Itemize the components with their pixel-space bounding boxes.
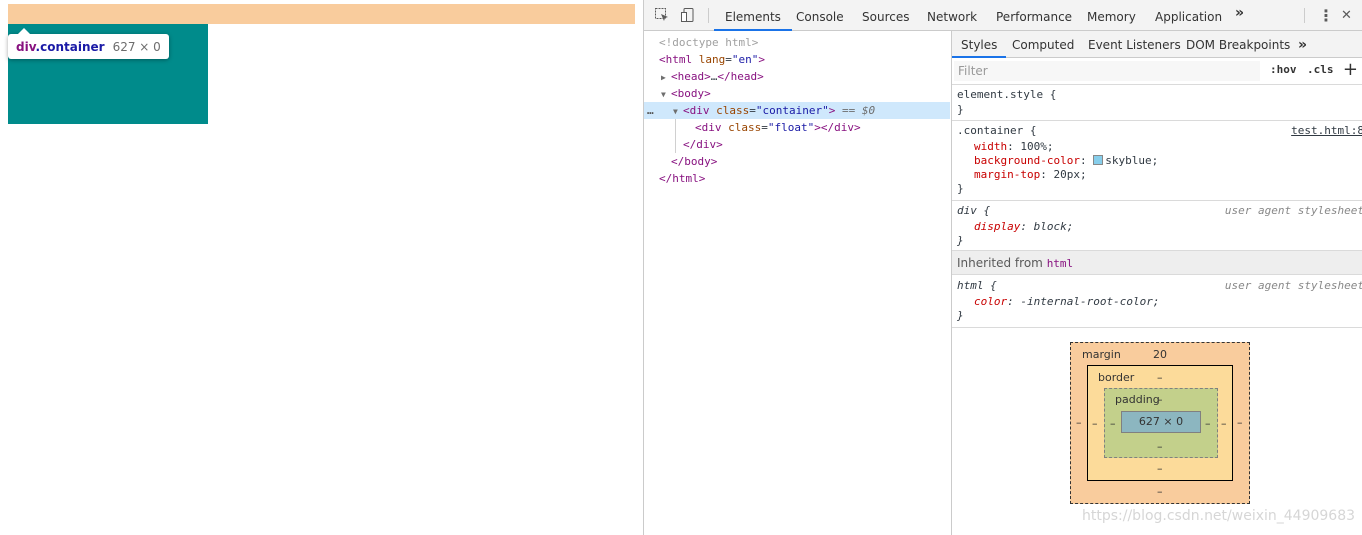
rule-selector[interactable]: .container { (957, 124, 1036, 138)
rule-selector[interactable]: element.style { (957, 88, 1056, 102)
tooltip-tag: div (16, 39, 36, 54)
selected-marker: == $0 (841, 104, 876, 117)
border-left-value[interactable]: – (1092, 417, 1098, 430)
rule-close: } (957, 182, 964, 195)
rule-close: } (957, 309, 964, 322)
class-toggle-button[interactable]: .cls (1307, 63, 1334, 76)
element-tooltip: div.container 627 × 0 (8, 28, 169, 59)
expand-arrow-icon[interactable]: ▶ (661, 69, 671, 86)
tab-elements[interactable]: Elements (714, 0, 792, 31)
dom-div-float[interactable]: <div class="float"></div> (644, 119, 950, 136)
tooltip-class: .container (35, 39, 105, 54)
color-swatch[interactable] (1093, 155, 1104, 165)
styles-pane: Styles Computed Event Listeners DOM Brea… (951, 31, 1362, 535)
tab-performance[interactable]: Performance (996, 0, 1072, 31)
select-element-icon[interactable] (654, 7, 670, 23)
rule-element-style: element.style { } (952, 85, 1362, 121)
tooltip-size: 627 × 0 (112, 39, 161, 54)
devtools-panel: Elements Console Sources Network Perform… (643, 0, 1362, 535)
dom-body-close[interactable]: </body> (644, 153, 950, 170)
padding-right-value[interactable]: – (1205, 417, 1211, 430)
margin-top-value[interactable]: 20 (1153, 348, 1167, 361)
dom-head[interactable]: ▶ <head>…</head> (644, 68, 950, 85)
border-top-value[interactable]: – (1157, 371, 1163, 384)
ua-stylesheet-label: user agent stylesheet (1224, 204, 1362, 217)
rule-selector: div { (957, 204, 991, 217)
border-label: border (1098, 371, 1135, 384)
tab-network[interactable]: Network (927, 0, 977, 31)
collapse-arrow-icon[interactable]: ▼ (673, 103, 683, 120)
margin-bottom-value[interactable]: – (1157, 485, 1163, 498)
toolbar-divider (708, 8, 709, 23)
hover-state-button[interactable]: :hov (1270, 63, 1297, 76)
padding-left-value[interactable]: – (1110, 417, 1116, 430)
dom-div-container[interactable]: … ▼ <div class="container"> == $0 (644, 102, 950, 119)
css-property: color: -internal-root-color; (974, 295, 1160, 308)
rule-close: } (957, 234, 964, 247)
tree-guide-line (675, 119, 676, 153)
box-model-padding[interactable]: padding – – – – 627 × 0 (1104, 388, 1218, 458)
css-property[interactable]: background-color: skyblue; (974, 154, 1158, 168)
watermark: https://blog.csdn.net/weixin_44909683 (1082, 508, 1356, 524)
rule-div-ua: div { user agent stylesheet display: blo… (952, 201, 1362, 251)
collapse-arrow-icon[interactable]: ▼ (661, 86, 671, 103)
rule-html-ua: html { user agent stylesheet color: -int… (952, 276, 1362, 328)
dom-doctype[interactable]: <!doctype html> (644, 34, 950, 51)
menu-icon[interactable]: ⋮ (1318, 6, 1334, 25)
css-property[interactable]: width: 100%; (974, 140, 1054, 154)
more-tabs-icon[interactable]: » (1298, 31, 1307, 58)
device-toggle-icon[interactable] (680, 7, 696, 23)
margin-right-value[interactable]: – (1237, 416, 1243, 429)
tooltip-selector: div.container (16, 40, 105, 54)
css-property[interactable]: margin-top: 20px; (974, 168, 1087, 182)
tab-memory[interactable]: Memory (1087, 0, 1136, 31)
more-actions-icon[interactable]: … (647, 102, 654, 119)
rule-container: .container { test.html:8 width: 100%; ba… (952, 121, 1362, 201)
box-model-diagram: margin 20 – – – border – – – – padding –… (1070, 342, 1250, 504)
tab-styles[interactable]: Styles (952, 31, 1007, 58)
rule-close: } (957, 103, 964, 116)
filter-input[interactable] (954, 61, 1260, 81)
rule-selector: html { (957, 279, 997, 292)
ua-stylesheet-label: user agent stylesheet (1224, 279, 1362, 292)
padding-top-value[interactable]: – (1157, 393, 1163, 406)
styles-tabs: Styles Computed Event Listeners DOM Brea… (952, 31, 1362, 58)
more-tabs-icon[interactable]: » (1235, 5, 1244, 21)
tab-sources[interactable]: Sources (862, 0, 909, 31)
page-viewport: div.container 627 × 0 (0, 0, 643, 535)
margin-highlight (8, 4, 635, 24)
dom-body-open[interactable]: ▼ <body> (644, 85, 950, 102)
dom-div-close[interactable]: </div> (644, 136, 950, 153)
dom-html-open[interactable]: <html lang="en"> (644, 51, 950, 68)
margin-label: margin (1082, 348, 1121, 361)
inherited-tag[interactable]: html (1047, 257, 1074, 270)
tab-application[interactable]: Application (1155, 0, 1222, 31)
dom-html-close[interactable]: </html> (644, 170, 950, 187)
border-bottom-value[interactable]: – (1157, 462, 1163, 475)
padding-label: padding (1115, 393, 1160, 406)
margin-left-value[interactable]: – (1076, 416, 1082, 429)
filter-bar: :hov .cls + (952, 58, 1362, 85)
add-rule-icon[interactable]: + (1343, 59, 1358, 80)
toolbar-divider (1304, 8, 1305, 23)
box-model-margin[interactable]: margin 20 – – – border – – – – padding –… (1070, 342, 1250, 504)
close-icon[interactable]: ✕ (1341, 8, 1352, 23)
devtools-toolbar: Elements Console Sources Network Perform… (644, 0, 1362, 31)
inherited-header: Inherited from html (952, 251, 1362, 275)
tab-dom-breakpoints[interactable]: DOM Breakpoints (1186, 31, 1290, 58)
border-right-value[interactable]: – (1221, 417, 1227, 430)
tab-console[interactable]: Console (796, 0, 844, 31)
box-model-content[interactable]: 627 × 0 (1121, 411, 1201, 433)
padding-bottom-value[interactable]: – (1157, 440, 1163, 453)
tab-computed[interactable]: Computed (1012, 31, 1074, 58)
source-link[interactable]: test.html:8 (1291, 124, 1362, 138)
css-property: display: block; (974, 220, 1074, 233)
box-model-border[interactable]: border – – – – padding – – – – 627 × 0 (1087, 365, 1233, 481)
tab-event-listeners[interactable]: Event Listeners (1088, 31, 1181, 58)
dom-tree: <!doctype html> <html lang="en"> ▶ <head>… (644, 31, 950, 535)
